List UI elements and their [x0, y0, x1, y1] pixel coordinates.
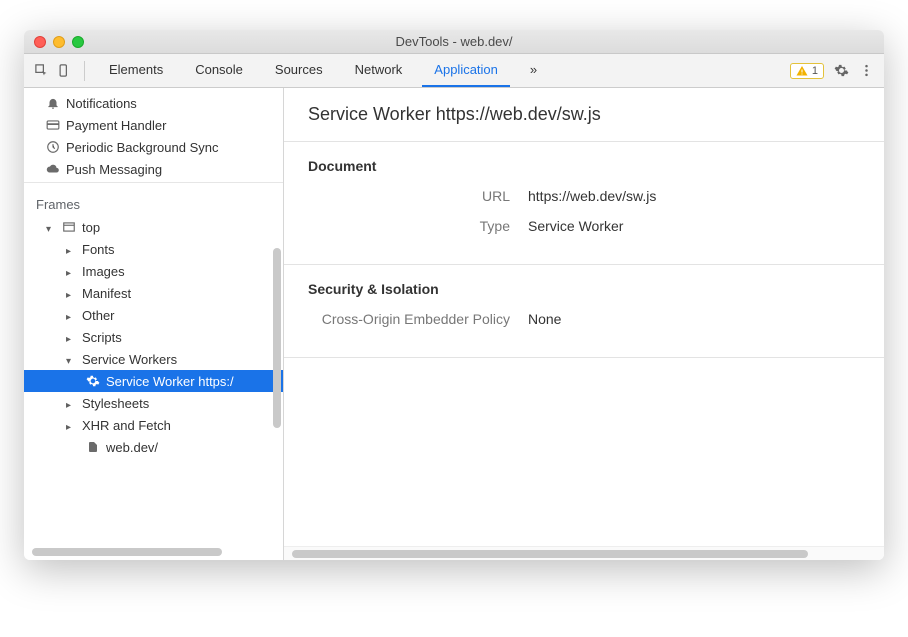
card-icon: [46, 118, 60, 132]
section-security: Security & Isolation Cross-Origin Embedd…: [284, 265, 884, 358]
bell-icon: [46, 96, 60, 110]
warning-count: 1: [812, 65, 818, 77]
tree-images[interactable]: Images: [24, 260, 283, 282]
devtools-toolbar: Elements Console Sources Network Applica…: [24, 54, 884, 88]
tree-label: Scripts: [82, 330, 122, 345]
tree-service-worker-item[interactable]: Service Worker https:/: [24, 370, 283, 392]
tab-sources[interactable]: Sources: [263, 54, 335, 87]
sidebar-item-label: Push Messaging: [66, 162, 162, 177]
url-label: URL: [308, 188, 528, 204]
tree-service-workers[interactable]: Service Workers: [24, 348, 283, 370]
url-value: https://web.dev/sw.js: [528, 188, 656, 204]
main-horizontal-scrollbar[interactable]: [284, 546, 884, 560]
tree-label: Other: [82, 308, 115, 323]
tree-label: top: [82, 220, 100, 235]
application-sidebar: Notifications Payment Handler Periodic B…: [24, 88, 284, 560]
section-heading: Document: [308, 158, 860, 174]
tree-label: Manifest: [82, 286, 131, 301]
tree-label: Service Workers: [82, 352, 177, 367]
window-title: DevTools - web.dev/: [34, 34, 874, 49]
tree-top[interactable]: top: [24, 216, 283, 238]
divider: [84, 61, 85, 81]
sidebar-item-label: Periodic Background Sync: [66, 140, 218, 155]
section-heading: Security & Isolation: [308, 281, 860, 297]
tab-console[interactable]: Console: [183, 54, 255, 87]
sidebar-item-payment-handler[interactable]: Payment Handler: [24, 114, 283, 136]
tree-label: Images: [82, 264, 125, 279]
tree-webdev[interactable]: web.dev/: [24, 436, 283, 458]
inspect-element-icon[interactable]: [34, 63, 49, 78]
clock-icon: [46, 140, 60, 154]
type-value: Service Worker: [528, 218, 623, 234]
titlebar: DevTools - web.dev/: [24, 30, 884, 54]
tabs-overflow[interactable]: »: [518, 54, 549, 87]
tree-scripts[interactable]: Scripts: [24, 326, 283, 348]
tree-xhr-fetch[interactable]: XHR and Fetch: [24, 414, 283, 436]
tree-label: Service Worker https:/: [106, 374, 234, 389]
sidebar-vertical-scrollbar[interactable]: [273, 248, 281, 428]
type-label: Type: [308, 218, 528, 234]
tab-elements[interactable]: Elements: [97, 54, 175, 87]
tab-application[interactable]: Application: [422, 54, 510, 87]
toggle-device-icon[interactable]: [57, 63, 72, 78]
gear-icon: [86, 374, 100, 388]
sidebar-item-push-messaging[interactable]: Push Messaging: [24, 158, 283, 180]
coep-value: None: [528, 311, 561, 327]
tree-label: Stylesheets: [82, 396, 149, 411]
tree-label: XHR and Fetch: [82, 418, 171, 433]
file-icon: [86, 441, 100, 453]
window-icon: [62, 220, 76, 234]
more-vertical-icon[interactable]: [859, 63, 874, 78]
sidebar-item-label: Payment Handler: [66, 118, 166, 133]
sidebar-item-notifications[interactable]: Notifications: [24, 92, 283, 114]
settings-gear-icon[interactable]: [834, 63, 849, 78]
expand-caret-icon[interactable]: [46, 220, 56, 235]
tree-label: Fonts: [82, 242, 115, 257]
main-panel: Service Worker https://web.dev/sw.js Doc…: [284, 88, 884, 560]
coep-label: Cross-Origin Embedder Policy: [308, 311, 528, 327]
main-title: Service Worker https://web.dev/sw.js: [284, 88, 884, 142]
tree-other[interactable]: Other: [24, 304, 283, 326]
sidebar-item-label: Notifications: [66, 96, 137, 111]
frames-section-label: Frames: [24, 187, 283, 216]
tree-stylesheets[interactable]: Stylesheets: [24, 392, 283, 414]
tree-fonts[interactable]: Fonts: [24, 238, 283, 260]
cloud-icon: [46, 162, 60, 176]
tab-network[interactable]: Network: [343, 54, 415, 87]
tree-label: web.dev/: [106, 440, 158, 455]
warning-badge[interactable]: 1: [790, 63, 824, 79]
sidebar-horizontal-scrollbar[interactable]: [32, 548, 222, 556]
sidebar-item-periodic-bg-sync[interactable]: Periodic Background Sync: [24, 136, 283, 158]
tree-manifest[interactable]: Manifest: [24, 282, 283, 304]
section-document: Document URL https://web.dev/sw.js Type …: [284, 142, 884, 265]
